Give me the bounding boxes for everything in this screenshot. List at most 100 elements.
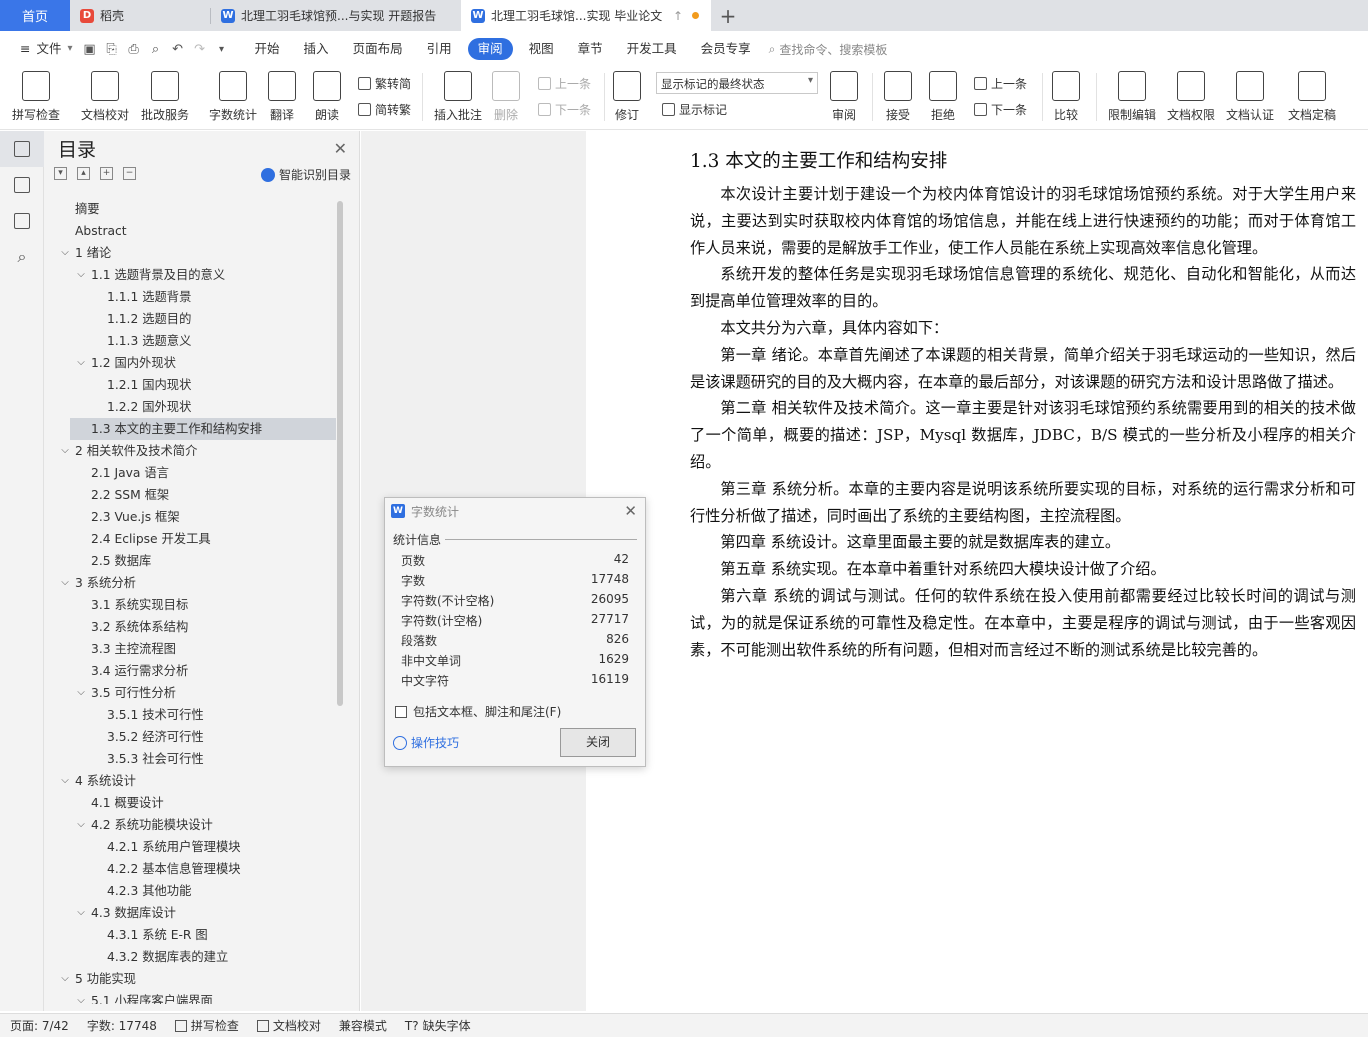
wordcount-button[interactable]: 字数统计 <box>209 71 257 123</box>
toc-item[interactable]: ⌵ 1.1 选题背景及目的意义 <box>44 264 336 286</box>
toc-item[interactable]: 3.5.1 技术可行性 <box>44 704 336 726</box>
simp-to-trad-button[interactable]: 简转繁 <box>358 101 411 118</box>
prev-comment-button[interactable]: 上一条 <box>538 75 591 92</box>
include-textbox-checkbox[interactable]: 包括文本框、脚注和尾注(F) <box>395 703 561 720</box>
doc-proof-status[interactable]: 文档校对 <box>256 1017 321 1034</box>
page-indicator[interactable]: 页面: 7/42 <box>10 1017 69 1034</box>
doc-certify-button[interactable]: 文档认证 <box>1226 71 1274 123</box>
chevron-down-icon[interactable]: ⌵ <box>59 440 71 462</box>
trad-to-simp-button[interactable]: 繁转简 <box>358 75 411 92</box>
toc-item[interactable]: 3.4 运行需求分析 <box>44 660 336 682</box>
toc-item[interactable]: 1.2.1 国内现状 <box>44 374 336 396</box>
correction-service-button[interactable]: 批改服务 <box>141 71 189 123</box>
menu-insert[interactable]: 插入 <box>292 38 341 60</box>
menu-member[interactable]: 会员专享 <box>689 38 763 60</box>
toc-item[interactable]: 4.2.3 其他功能 <box>44 880 336 902</box>
checkbox-box[interactable] <box>395 705 407 718</box>
menu-start[interactable]: 开始 <box>243 38 292 60</box>
toc-scrollbar[interactable] <box>337 201 343 706</box>
delete-comment-button[interactable]: 删除 <box>492 71 520 123</box>
toc-item[interactable]: ⌵ 2 相关软件及技术简介 <box>44 440 336 462</box>
menu-chapter[interactable]: 章节 <box>566 38 615 60</box>
doc-permission-button[interactable]: 文档权限 <box>1167 71 1215 123</box>
toc-item[interactable]: ⌵ 1.2 国内外现状 <box>44 352 336 374</box>
undo-icon[interactable]: ↶ <box>167 38 189 60</box>
close-button[interactable]: 关闭 <box>560 728 636 757</box>
compare-button[interactable]: 比较 <box>1052 71 1080 123</box>
dialog-titlebar[interactable]: W 字数统计 <box>385 498 645 524</box>
toc-item[interactable]: 1.1.2 选题目的 <box>44 308 336 330</box>
read-aloud-button[interactable]: 朗读 <box>313 71 341 123</box>
menu-view[interactable]: 视图 <box>517 38 566 60</box>
chevron-down-icon[interactable]: ⌵ <box>75 264 87 286</box>
find-nav-button[interactable]: ⌕ <box>0 239 44 275</box>
toc-item[interactable]: ⌵ 3.5 可行性分析 <box>44 682 336 704</box>
collapse-all-icon[interactable]: ▴ <box>77 167 90 180</box>
toc-item[interactable]: 4.2.2 基本信息管理模块 <box>44 858 336 880</box>
chapter-nav-button[interactable] <box>0 167 44 203</box>
new-tab-button[interactable]: + <box>711 0 745 31</box>
chevron-down-icon[interactable]: ⌵ <box>59 770 71 792</box>
toc-item[interactable]: 2.5 数据库 <box>44 550 336 572</box>
toc-nav-button[interactable] <box>0 131 44 167</box>
show-markup-button[interactable]: 显示标记 <box>662 101 727 118</box>
review-pane-button[interactable]: 审阅 <box>830 71 858 123</box>
toc-item[interactable]: 4.3.2 数据库表的建立 <box>44 946 336 968</box>
save-icon[interactable]: ▣ <box>79 38 101 60</box>
menu-page-layout[interactable]: 页面布局 <box>341 38 415 60</box>
expand-all-icon[interactable]: ▾ <box>54 167 67 180</box>
tab-thesis[interactable]: W 北理工羽毛球馆...实现 毕业论文 ↑ <box>461 0 711 31</box>
toc-item[interactable]: 3.3 主控流程图 <box>44 638 336 660</box>
prev-change-button[interactable]: 上一条 <box>974 75 1027 92</box>
tab-docer[interactable]: D 稻壳 <box>70 0 210 31</box>
accept-button[interactable]: 接受 <box>884 71 912 123</box>
spellcheck-status[interactable]: 拼写检查 <box>174 1017 239 1034</box>
chevron-down-icon[interactable]: ⌵ <box>75 814 87 836</box>
print-icon[interactable]: ⎙ <box>123 38 145 60</box>
toc-item[interactable]: 2.1 Java 语言 <box>44 462 336 484</box>
toc-item[interactable]: 2.4 Eclipse 开发工具 <box>44 528 336 550</box>
restrict-edit-button[interactable]: 限制编辑 <box>1108 71 1156 123</box>
toc-item[interactable]: 1.3 本文的主要工作和结构安排 <box>70 418 336 440</box>
document-page[interactable]: 1.3 本文的主要工作和结构安排 本次设计主要计划于建设一个为校内体育馆设计的羽… <box>586 131 1368 1011</box>
command-search[interactable]: ⌕ 查找命令、搜索模板 <box>769 41 888 58</box>
toc-item[interactable]: 2.2 SSM 框架 <box>44 484 336 506</box>
chevron-down-icon[interactable]: ⌵ <box>59 968 71 990</box>
chevron-down-icon[interactable]: ⌵ <box>75 352 87 374</box>
toc-item[interactable]: ⌵ 5 功能实现 <box>44 968 336 990</box>
file-menu[interactable]: ≡ 文件 ▾ <box>8 38 79 60</box>
toc-item[interactable]: 4.2.1 系统用户管理模块 <box>44 836 336 858</box>
toc-item[interactable]: 4.3.1 系统 E-R 图 <box>44 924 336 946</box>
toc-item[interactable]: 3.2 系统体系结构 <box>44 616 336 638</box>
chevron-down-icon[interactable]: ⌵ <box>75 990 87 1004</box>
doc-finalize-button[interactable]: 文档定稿 <box>1288 71 1336 123</box>
revise-button[interactable]: 修订 <box>613 71 641 123</box>
toc-item[interactable]: 1.2.2 国外现状 <box>44 396 336 418</box>
reject-button[interactable]: 拒绝 <box>929 71 957 123</box>
export-icon[interactable]: ⎘ <box>101 38 123 60</box>
toc-item[interactable]: 4.1 概要设计 <box>44 792 336 814</box>
close-icon[interactable]: ✕ <box>624 502 637 520</box>
menu-developer[interactable]: 开发工具 <box>615 38 689 60</box>
toc-item[interactable]: 1.1.1 选题背景 <box>44 286 336 308</box>
toc-item[interactable]: 1.1.3 选题意义 <box>44 330 336 352</box>
doc-proof-button[interactable]: 文档校对 <box>81 71 129 123</box>
toc-item[interactable]: ⌵ 4.2 系统功能模块设计 <box>44 814 336 836</box>
upload-icon[interactable]: ↑ <box>673 9 683 23</box>
bookmark-nav-button[interactable] <box>0 203 44 239</box>
toc-item[interactable]: 2.3 Vue.js 框架 <box>44 506 336 528</box>
tips-link[interactable]: 操作技巧 <box>393 734 459 751</box>
markup-mode-select[interactable]: 显示标记的最终状态 <box>656 72 818 94</box>
chevron-down-icon[interactable]: ⌵ <box>75 682 87 704</box>
next-comment-button[interactable]: 下一条 <box>538 101 591 118</box>
chevron-down-icon[interactable]: ⌵ <box>59 242 71 264</box>
toc-item[interactable]: ⌵ 4.3 数据库设计 <box>44 902 336 924</box>
toc-item[interactable]: Abstract <box>44 220 336 242</box>
toc-item[interactable]: ⌵ 4 系统设计 <box>44 770 336 792</box>
toc-item[interactable]: 3.5.2 经济可行性 <box>44 726 336 748</box>
word-count-indicator[interactable]: 字数: 17748 <box>87 1017 157 1034</box>
chevron-down-icon[interactable]: ⌵ <box>75 902 87 924</box>
toc-item[interactable]: ⌵ 3 系统分析 <box>44 572 336 594</box>
menu-review[interactable]: 审阅 <box>467 38 513 60</box>
print-preview-icon[interactable]: ⌕ <box>145 38 167 60</box>
